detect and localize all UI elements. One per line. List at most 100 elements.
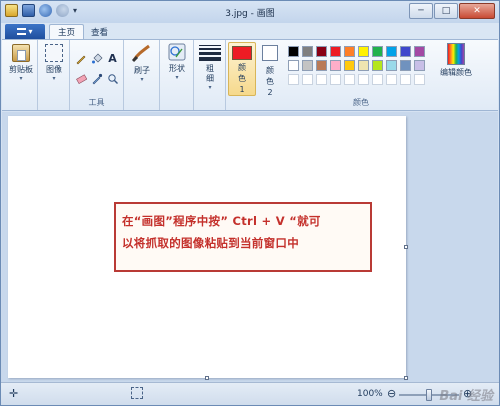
shapes-icon (168, 43, 186, 61)
palette-swatch[interactable] (344, 60, 355, 71)
image-label: 图像 (46, 65, 62, 74)
window-controls: ─ □ ✕ (409, 3, 495, 19)
custom-color-slot[interactable] (372, 74, 383, 85)
color1-label: 颜色 1 (238, 63, 246, 94)
palette-swatch[interactable] (288, 60, 299, 71)
color2-label: 颜色 2 (266, 66, 274, 97)
watermark: Bai 经验 (439, 389, 493, 404)
palette-swatch[interactable] (302, 60, 313, 71)
close-button[interactable]: ✕ (459, 3, 495, 19)
brush-icon (131, 43, 153, 63)
zoom-slider-thumb[interactable] (426, 389, 432, 401)
color2-swatch (262, 45, 278, 61)
callout-line-1: 在“画图”程序中按” Ctrl + V “就可 (122, 214, 321, 228)
palette-swatch[interactable] (358, 46, 369, 57)
app-menu-button[interactable]: ▾ (5, 24, 45, 39)
resize-handle-right[interactable] (404, 245, 408, 249)
paste-caret-icon: ▾ (19, 75, 23, 82)
palette-swatch[interactable] (400, 46, 411, 57)
palette-swatch[interactable] (372, 46, 383, 57)
canvas-workspace[interactable]: 在“画图”程序中按” Ctrl + V “就可 以将抓取的图像粘贴到当前窗口中 (2, 112, 498, 382)
image-button[interactable]: 图像 ▾ (43, 44, 65, 82)
title-bar: ▾ 3.jpg - 画图 ─ □ ✕ (1, 1, 499, 23)
palette-swatch[interactable] (414, 60, 425, 71)
selection-size-icon (131, 387, 143, 399)
custom-color-slot[interactable] (414, 74, 425, 85)
palette-swatch[interactable] (414, 46, 425, 57)
custom-color-slot[interactable] (302, 74, 313, 85)
size-button[interactable]: 粗细 ▾ (197, 44, 223, 91)
instruction-callout: 在“画图”程序中按” Ctrl + V “就可 以将抓取的图像粘贴到当前窗口中 (114, 202, 372, 272)
tab-home[interactable]: 主页 (49, 24, 85, 39)
color-picker-icon[interactable] (90, 72, 103, 85)
eraser-icon[interactable] (74, 72, 87, 85)
paint-window: ▾ 3.jpg - 画图 ─ □ ✕ ▾ 主页 查看 剪贴板 ▾ 图像 ▾ A … (0, 0, 500, 406)
fill-bucket-icon[interactable] (90, 52, 103, 65)
palette-swatch[interactable] (302, 46, 313, 57)
custom-color-slot[interactable] (358, 74, 369, 85)
palette-swatch[interactable] (330, 46, 341, 57)
minimize-button[interactable]: ─ (409, 3, 433, 19)
colors-group: 编辑颜色 颜色 (284, 40, 498, 110)
palette-swatch[interactable] (400, 60, 411, 71)
brushes-button[interactable]: 刷子 ▾ (128, 43, 156, 83)
brushes-caret-icon: ▾ (140, 76, 144, 83)
shapes-group: 形状 ▾ (160, 40, 194, 110)
palette-swatch[interactable] (330, 60, 341, 71)
paste-button[interactable]: 剪贴板 ▾ (8, 44, 34, 82)
color2-button[interactable]: 颜色 2 (258, 45, 282, 98)
callout-line-2: 以将抓取的图像粘贴到当前窗口中 (122, 236, 299, 250)
clipboard-group: 剪贴板 ▾ (2, 40, 38, 110)
select-icon (45, 44, 63, 62)
app-menu-caret: ▾ (28, 27, 33, 36)
palette-swatch[interactable] (372, 60, 383, 71)
edit-colors-button[interactable]: 编辑颜色 (434, 43, 478, 78)
active-colors-group: 颜色 1 颜色 2 (226, 40, 284, 110)
palette-swatch[interactable] (316, 60, 327, 71)
palette-swatch[interactable] (386, 46, 397, 57)
custom-color-slot[interactable] (344, 74, 355, 85)
custom-color-slot[interactable] (288, 74, 299, 85)
resize-handle-bottom[interactable] (205, 376, 209, 380)
resize-handle-corner[interactable] (404, 376, 408, 380)
color1-button[interactable]: 颜色 1 (228, 42, 256, 96)
custom-color-slot[interactable] (330, 74, 341, 85)
palette-swatch[interactable] (288, 46, 299, 57)
custom-color-slot[interactable] (386, 74, 397, 85)
line-width-icon (199, 44, 221, 62)
image-group: 图像 ▾ (38, 40, 70, 110)
clipboard-icon (12, 44, 30, 62)
edit-colors-label: 编辑颜色 (440, 68, 472, 77)
shapes-label: 形状 (169, 64, 185, 73)
colors-group-label: 颜色 (353, 98, 369, 107)
pencil-icon[interactable] (74, 52, 87, 65)
ribbon: 剪贴板 ▾ 图像 ▾ A 工具 刷子 ▾ 形状 ▾ 粗细 ▾ 颜色 1 颜色 2… (2, 39, 498, 111)
zoom-level: 100% (357, 389, 383, 399)
shapes-button[interactable]: 形状 ▾ (164, 43, 190, 81)
palette-swatch[interactable] (358, 60, 369, 71)
paste-label: 剪贴板 (9, 65, 33, 74)
palette-swatch[interactable] (316, 46, 327, 57)
custom-color-slot[interactable] (316, 74, 327, 85)
size-label: 粗细 (206, 64, 214, 83)
text-tool-icon[interactable]: A (106, 52, 119, 65)
tools-group: A 工具 (70, 40, 124, 110)
image-caret-icon: ▾ (52, 75, 56, 82)
brushes-group: 刷子 ▾ (124, 40, 160, 110)
brushes-label: 刷子 (134, 66, 150, 75)
custom-color-slot[interactable] (400, 74, 411, 85)
cursor-position-icon: ✛ (9, 387, 19, 400)
ribbon-tabs: ▾ 主页 查看 (1, 23, 499, 39)
zoom-out-button[interactable]: ⊖ (387, 387, 396, 400)
drawing-canvas[interactable]: 在“画图”程序中按” Ctrl + V “就可 以将抓取的图像粘贴到当前窗口中 (8, 116, 406, 378)
size-group: 粗细 ▾ (194, 40, 226, 110)
magnifier-icon[interactable] (106, 72, 119, 85)
menu-lines-icon (17, 28, 27, 35)
tab-view[interactable]: 查看 (83, 24, 116, 39)
palette-swatch[interactable] (344, 46, 355, 57)
status-bar: ✛ 100% ⊖ ⊕ Bai 经验 (1, 382, 499, 405)
palette-swatch[interactable] (386, 60, 397, 71)
size-caret-icon: ▾ (208, 84, 212, 91)
shapes-caret-icon: ▾ (175, 74, 179, 81)
maximize-button[interactable]: □ (434, 3, 458, 19)
